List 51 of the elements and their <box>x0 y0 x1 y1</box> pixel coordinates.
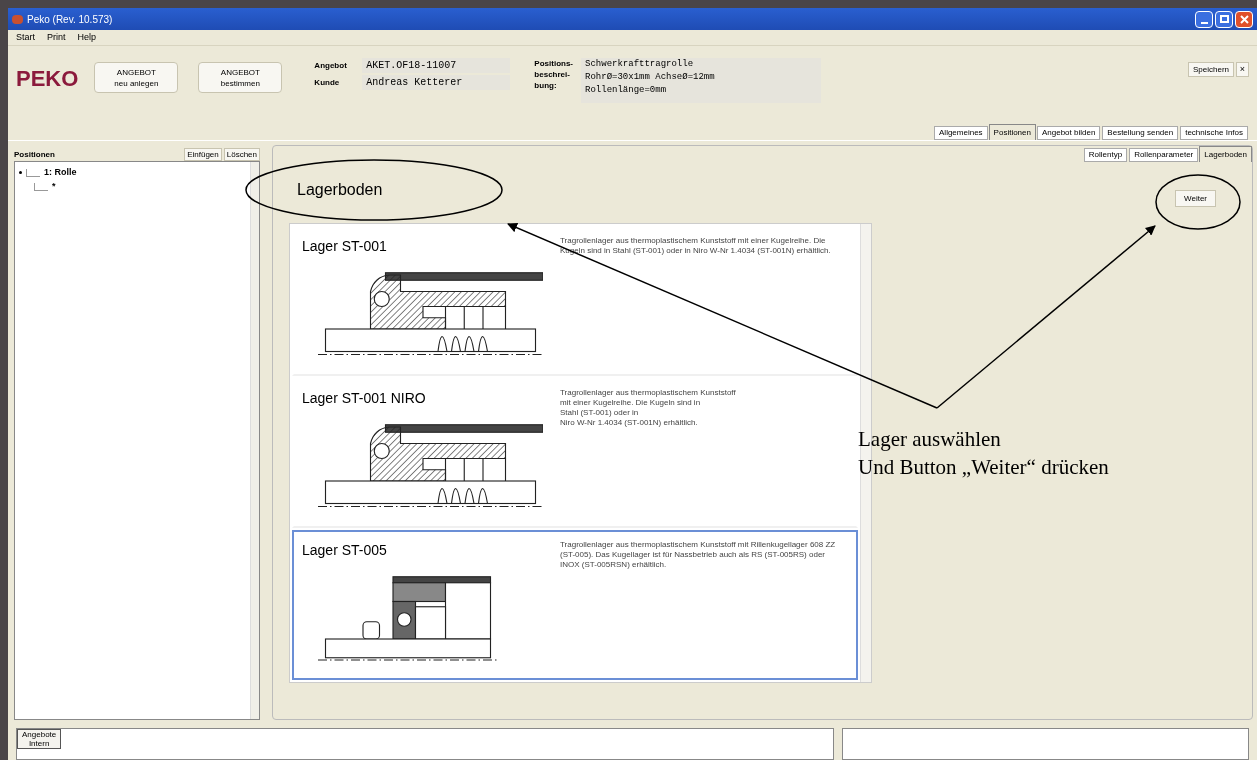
field-label: Positions- beschrei- bung: <box>534 58 574 92</box>
field-label: Angebot <box>314 59 348 72</box>
bottom-tab[interactable]: Angebote Intern <box>17 729 62 749</box>
bearing-name: Lager ST-001 NIRO <box>302 389 427 408</box>
tab[interactable]: technische Infos <box>1180 126 1248 140</box>
panel-button[interactable]: Einfügen <box>184 148 222 161</box>
tab[interactable]: Allgemeines <box>934 126 988 140</box>
bullet-icon <box>19 171 22 174</box>
minimize-button[interactable] <box>1195 10 1213 28</box>
bearing-description: Tragrollenlager aus thermoplastischem Kunststoff mit einer Kugelreihe. Die Kugeln sind in Stahl (ST-001) oder in Niro W-Nr 1.4034 (ST-001N) erhältlich. <box>560 388 737 429</box>
description-field[interactable]: Schwerkrafttragrolle RohrØ=30x1mm AchseØ=12mm Rollenlänge=0mm <box>581 58 822 103</box>
panel-title: Positionen <box>14 149 55 161</box>
tree-item[interactable]: 1: Rolle <box>44 166 77 180</box>
menu-item[interactable]: Start <box>16 30 35 45</box>
close-panel-button[interactable]: × <box>1236 62 1249 77</box>
app-icon <box>12 14 23 24</box>
tab[interactable]: Positionen <box>988 124 1036 140</box>
bearing-description: Tragrollenlager aus thermoplastischem Kunststoff mit Rillenkugellager 608 ZZ (ST-005). Das Kugellager ist für Nassbetrieb auch als RS (ST-005RS) oder INOX (ST-005RSN) erhältlich. <box>560 540 837 571</box>
bearing-option[interactable]: Lager ST-005 Tragrollenlager aus thermoplastischem Kunststoff mit Rillenkugellager 608 ZZ (ST-005). Das Kugellager ist für Nassbetrieb auch als RS (ST-005RS) oder INOX (ST-005RSN) erhältlich. <box>292 530 858 680</box>
tab[interactable]: Lagerboden <box>1199 146 1252 162</box>
next-button[interactable]: Weiter <box>1175 190 1216 207</box>
logo: PEKO <box>16 65 79 93</box>
close-button[interactable] <box>1235 10 1253 28</box>
bearing-name: Lager ST-001 <box>302 237 388 256</box>
tab[interactable]: Bestellung senden <box>1102 126 1179 140</box>
tab[interactable]: Rollenparameter <box>1129 148 1199 162</box>
menu-item[interactable]: Help <box>77 30 97 45</box>
bearing-option[interactable]: Lager ST-001 NIRO Tragrollenlager aus thermoplastischem Kunststoff mit einer Kugelreihe. Die Kugeln sind in Stahl (ST-001) oder in Niro W-Nr 1.4034 (ST-001N) erhältlich. <box>292 378 858 528</box>
tab[interactable]: Rollentyp <box>1083 148 1128 162</box>
maximize-icon <box>1219 15 1229 23</box>
menu-item[interactable]: Print <box>47 30 66 45</box>
window-title: Peko (Rev. 10.573) <box>27 12 113 27</box>
annotation-line: Und Button „Weiter“ drücken <box>858 454 1109 481</box>
input-field[interactable]: AKET.OF18-11007 <box>362 58 511 73</box>
annotation-line: Lager auswählen <box>858 426 1002 453</box>
scrollbar[interactable] <box>250 162 259 719</box>
section-heading: Lagerboden <box>297 180 383 200</box>
close-icon <box>1239 14 1249 24</box>
input-field[interactable]: Andreas Ketterer <box>362 75 511 90</box>
tree-connector-icon <box>26 169 40 177</box>
field-label: Kunde <box>314 76 341 89</box>
tree-connector-icon <box>34 183 48 191</box>
bearing-name: Lager ST-005 <box>302 541 388 560</box>
offer-button[interactable]: ANGEBOT bestimmen <box>198 62 283 93</box>
tree-item[interactable]: * <box>52 180 56 194</box>
tab[interactable]: Angebot bilden <box>1036 126 1101 140</box>
minimize-icon <box>1200 21 1208 24</box>
panel-button[interactable]: Löschen <box>223 148 260 161</box>
offer-button[interactable]: ANGEBOT neu anlegen <box>94 62 179 93</box>
save-button[interactable]: Speichern <box>1187 62 1234 77</box>
maximize-button[interactable] <box>1215 10 1233 28</box>
